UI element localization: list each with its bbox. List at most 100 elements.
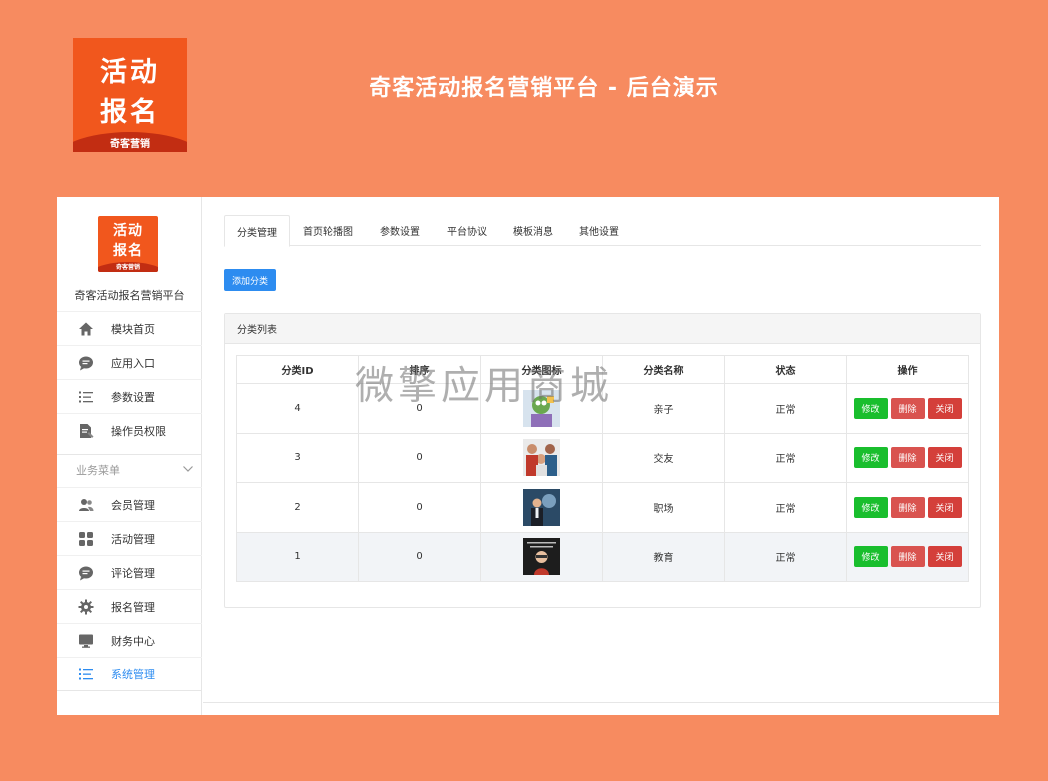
cell-ops: 修改 删除 关闭: [846, 383, 969, 434]
sidebar-item-home[interactable]: 模块首页: [57, 311, 202, 345]
tab-home-carousel[interactable]: 首页轮播图: [290, 215, 366, 246]
sidebar-item-params[interactable]: 参数设置: [57, 379, 202, 413]
chat-icon: [78, 355, 94, 371]
sidebar-item-label: 系统管理: [111, 668, 155, 681]
watermark: 微擎应用商城: [355, 364, 614, 409]
home-icon: [78, 321, 94, 337]
sidebar-item-activities[interactable]: 活动管理: [57, 521, 202, 555]
sidebar-item-label: 参数设置: [111, 390, 155, 404]
cell-id: 1: [236, 531, 359, 582]
cell-id: 2: [236, 482, 359, 533]
monitor-icon: [78, 633, 94, 649]
cell-icon: [480, 432, 603, 483]
logo-line-2: 报名: [113, 243, 143, 259]
table-row: 3 0 交友 正常 修改 删除 关闭: [236, 432, 969, 483]
tab-params[interactable]: 参数设置: [366, 215, 434, 246]
col-header-ops: 操作: [846, 355, 969, 384]
table-row: 1 0 教育 正常 修改 删除 关闭: [236, 531, 969, 582]
sidebar-item-operator-perms[interactable]: 操作员权限: [57, 413, 202, 447]
delete-button[interactable]: 删除: [890, 447, 925, 469]
category-thumbnail: [523, 488, 560, 526]
logo-tag: 奇客营销: [115, 264, 140, 271]
logo-line-1: 活动: [100, 57, 160, 88]
tab-template-messages[interactable]: 模板消息: [500, 215, 566, 246]
cell-id: 3: [236, 432, 359, 483]
sidebar-logo[interactable]: 活动 报名 奇客营销: [98, 216, 158, 272]
sidebar-item-finance[interactable]: 财务中心: [57, 623, 202, 657]
close-button[interactable]: 关闭: [927, 496, 962, 518]
users-icon: [78, 497, 94, 513]
grid-icon: [78, 531, 94, 547]
section-label: 业务菜单: [76, 463, 120, 477]
tab-other-settings[interactable]: 其他设置: [566, 215, 632, 246]
add-category-button[interactable]: 添加分类: [224, 269, 276, 291]
close-button[interactable]: 关闭: [927, 546, 962, 568]
close-button[interactable]: 关闭: [927, 397, 962, 419]
tab-platform-agreement[interactable]: 平台协议: [434, 215, 500, 246]
chevron-down-icon: [182, 460, 194, 479]
edit-button[interactable]: 修改: [853, 496, 888, 518]
sidebar-item-system[interactable]: 系统管理: [57, 657, 202, 691]
list-icon: [78, 666, 94, 682]
col-header-status: 状态: [724, 355, 847, 384]
sidebar-section-business[interactable]: 业务菜单: [57, 454, 202, 484]
delete-button[interactable]: 删除: [890, 546, 925, 568]
cell-sort: 0: [358, 432, 481, 483]
tab-bar: 分类管理 首页轮播图 参数设置 平台协议 模板消息 其他设置: [224, 215, 981, 247]
tab-category-mgmt[interactable]: 分类管理: [224, 215, 290, 247]
logo-line-2: 报名: [100, 97, 160, 128]
category-thumbnail: [523, 538, 560, 576]
logo-tag: 奇客营销: [110, 139, 150, 150]
cell-name: 亲子: [602, 383, 725, 434]
edit-button[interactable]: 修改: [853, 447, 888, 469]
cell-name: 交友: [602, 432, 725, 483]
cell-icon: [480, 482, 603, 533]
cell-status: 正常: [724, 531, 847, 582]
page-headline: 奇客活动报名营销平台 - 后台演示: [369, 76, 719, 101]
sidebar-item-label: 报名管理: [111, 600, 155, 614]
footer-divider: [203, 702, 999, 703]
delete-button[interactable]: 删除: [890, 496, 925, 518]
cell-status: 正常: [724, 432, 847, 483]
logo-line-1: 活动: [113, 223, 143, 239]
cell-id: 4: [236, 383, 359, 434]
main-content: 分类管理 首页轮播图 参数设置 平台协议 模板消息 其他设置 添加分类 分类列表…: [203, 197, 999, 715]
brand-logo: 活动 报名 奇客营销: [73, 38, 187, 152]
document-edit-icon: [78, 423, 94, 439]
edit-button[interactable]: 修改: [853, 546, 888, 568]
sidebar-item-app-entry[interactable]: 应用入口: [57, 345, 202, 379]
cell-status: 正常: [724, 383, 847, 434]
comment-icon: [78, 565, 94, 581]
panel-title: 分类列表: [225, 314, 980, 344]
sidebar-item-members[interactable]: 会员管理: [57, 487, 202, 521]
gear-icon: [78, 599, 94, 615]
cell-icon: [480, 531, 603, 582]
sidebar-item-label: 操作员权限: [111, 424, 166, 438]
list-icon: [78, 389, 94, 405]
cell-sort: 0: [358, 482, 481, 533]
sidebar-item-comments[interactable]: 评论管理: [57, 555, 202, 589]
cell-ops: 修改 删除 关闭: [846, 432, 969, 483]
col-header-id: 分类ID: [236, 355, 359, 384]
brand-name: 奇客活动报名营销平台: [74, 289, 185, 302]
close-button[interactable]: 关闭: [927, 447, 962, 469]
admin-window: 活动 报名 奇客营销 奇客活动报名营销平台 模块首页 应用入口 参数设置 操作员…: [57, 197, 999, 715]
delete-button[interactable]: 删除: [890, 397, 925, 419]
cell-status: 正常: [724, 482, 847, 533]
sidebar-item-label: 模块首页: [111, 322, 155, 336]
cell-ops: 修改 删除 关闭: [846, 482, 969, 533]
sidebar: 活动 报名 奇客营销 奇客活动报名营销平台 模块首页 应用入口 参数设置 操作员…: [57, 197, 202, 715]
cell-name: 职场: [602, 482, 725, 533]
cell-ops: 修改 删除 关闭: [846, 531, 969, 582]
sidebar-item-label: 活动管理: [111, 532, 155, 546]
sidebar-item-label: 应用入口: [111, 356, 155, 370]
category-thumbnail: [523, 439, 560, 477]
sidebar-item-label: 评论管理: [111, 566, 155, 580]
col-header-name: 分类名称: [602, 355, 725, 384]
sidebar-item-label: 财务中心: [111, 634, 155, 648]
table-row: 2 0 职场 正常 修改 删除 关闭: [236, 482, 969, 533]
sidebar-item-label: 会员管理: [111, 498, 155, 512]
edit-button[interactable]: 修改: [853, 397, 888, 419]
cell-name: 教育: [602, 531, 725, 582]
sidebar-item-registrations[interactable]: 报名管理: [57, 589, 202, 623]
